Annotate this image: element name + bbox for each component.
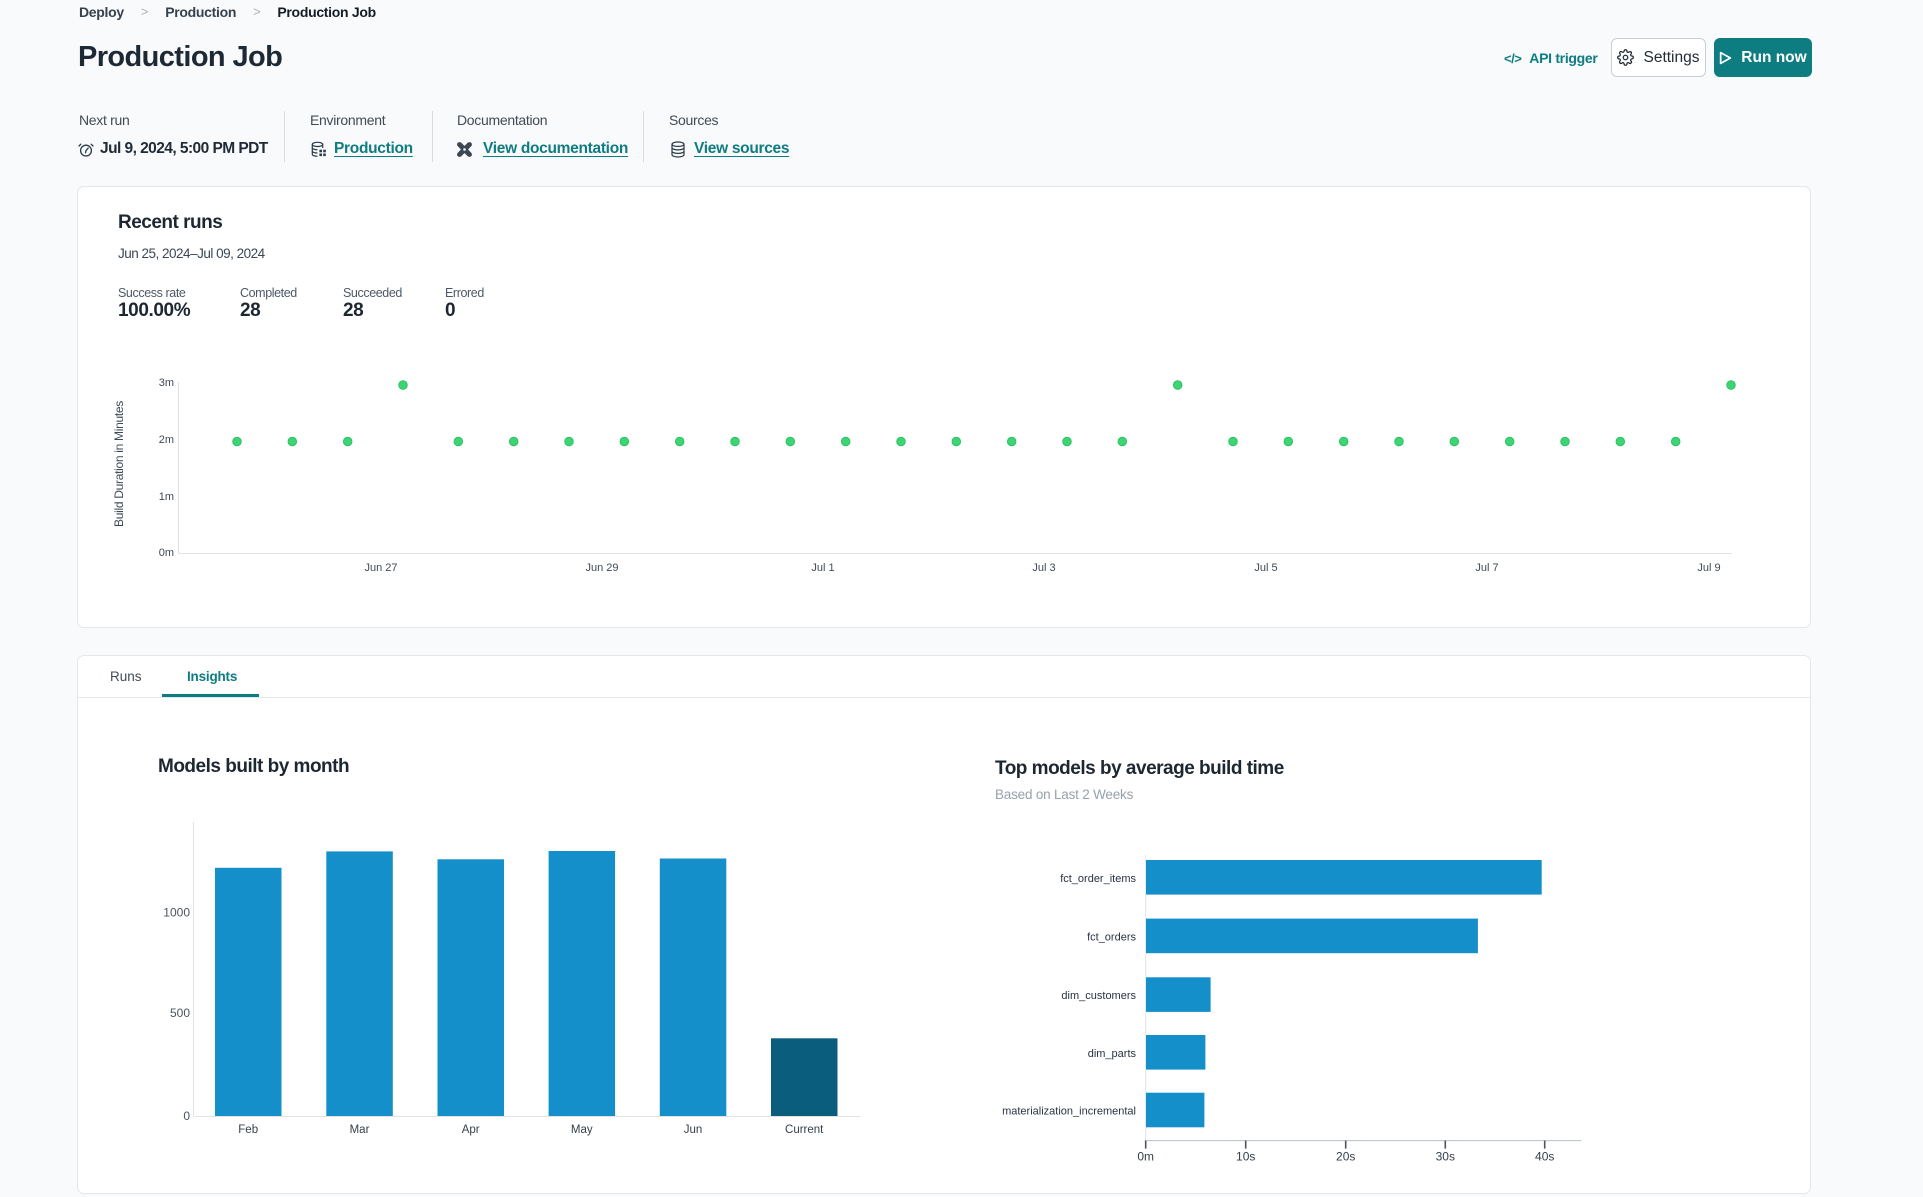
svg-text:Jul 1: Jul 1 (811, 562, 834, 574)
svg-text:3m: 3m (159, 377, 174, 389)
svg-text:0m: 0m (159, 547, 174, 559)
svg-text:30s: 30s (1436, 1150, 1455, 1164)
svg-text:May: May (571, 1124, 593, 1136)
svg-text:materialization_incremental: materialization_incremental (1002, 1106, 1136, 1118)
svg-text:10s: 10s (1236, 1150, 1255, 1164)
svg-text:Jul 3: Jul 3 (1032, 562, 1055, 574)
svg-text:500: 500 (170, 1006, 190, 1020)
svg-text:2m: 2m (159, 434, 174, 446)
svg-text:Build Duration in Minutes: Build Duration in Minutes (112, 401, 126, 527)
svg-text:fct_orders: fct_orders (1087, 931, 1136, 943)
svg-text:Jun 27: Jun 27 (364, 562, 397, 574)
svg-text:40s: 40s (1535, 1150, 1554, 1164)
svg-text:Jul 9: Jul 9 (1697, 562, 1720, 574)
svg-text:fct_order_items: fct_order_items (1060, 873, 1136, 885)
svg-text:Jun: Jun (684, 1124, 703, 1136)
svg-text:Current: Current (785, 1124, 824, 1136)
svg-text:Apr: Apr (462, 1124, 480, 1136)
svg-text:1000: 1000 (163, 906, 190, 920)
svg-text:dim_customers: dim_customers (1061, 990, 1136, 1002)
svg-text:Feb: Feb (238, 1124, 258, 1136)
svg-text:1m: 1m (159, 491, 174, 503)
svg-text:Mar: Mar (350, 1124, 370, 1136)
svg-text:0m: 0m (1137, 1150, 1154, 1164)
svg-text:Jun 29: Jun 29 (585, 562, 618, 574)
svg-text:20s: 20s (1336, 1150, 1355, 1164)
svg-text:Jul 7: Jul 7 (1475, 562, 1498, 574)
svg-text:Jul 5: Jul 5 (1254, 562, 1277, 574)
svg-text:dim_parts: dim_parts (1088, 1048, 1137, 1060)
svg-text:0: 0 (183, 1109, 190, 1123)
